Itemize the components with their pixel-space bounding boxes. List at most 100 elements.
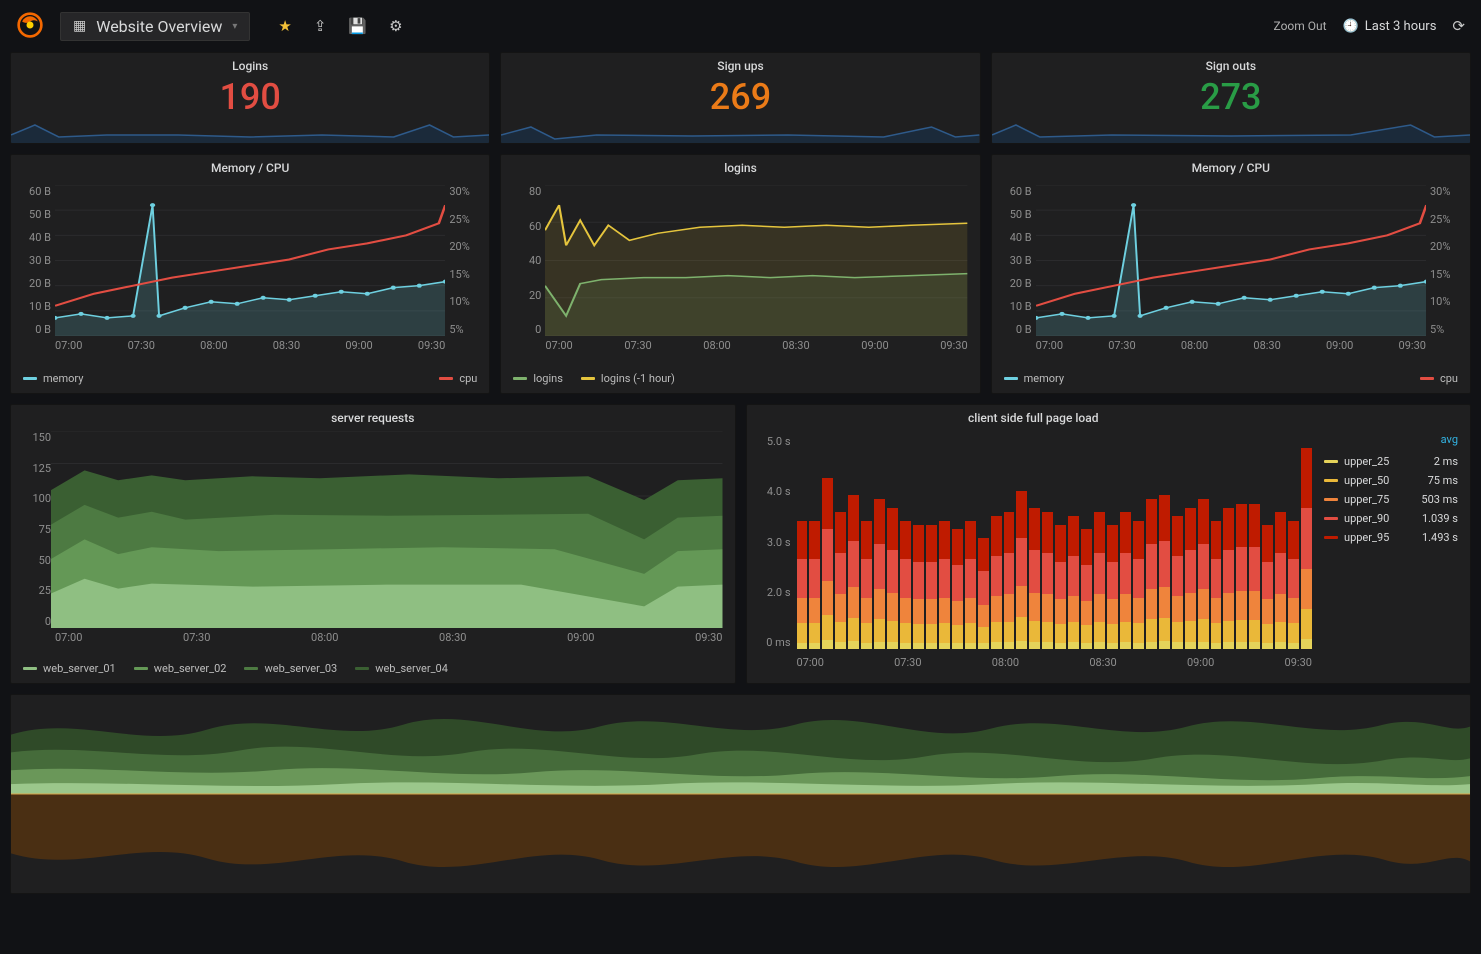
refresh-icon[interactable]: ⟳ [1452,17,1465,35]
star-icon[interactable]: ★ [278,17,291,35]
panel-memory-cpu-right[interactable]: Memory / CPU 60 B50 B40 B30 B20 B10 B0 B… [991,154,1471,394]
legend-row: upper_901.039 s [1324,509,1458,528]
bar [887,508,898,649]
bar [965,521,976,649]
bar [822,478,833,649]
sparkline [11,107,489,143]
bar [1223,508,1234,649]
bar [1081,529,1092,649]
x-axis: 07:0007:3008:0008:3009:0009:30 [55,339,445,352]
panel-title: Logins [11,53,489,75]
bar [861,521,872,649]
clock-icon: 🕘 [1343,19,1359,34]
bar [1133,521,1144,649]
bar [978,538,989,649]
legend-header: avg [1324,433,1458,446]
x-axis: 07:0007:3008:0008:3009:0009:30 [797,656,1313,669]
panel-title: Sign ups [501,53,979,75]
bar [1249,503,1260,649]
save-icon[interactable]: 💾 [348,17,367,35]
panel-title: Memory / CPU [992,155,1470,177]
legend-row: upper_252 ms [1324,452,1458,471]
bar [991,516,1002,649]
bar [1198,499,1209,649]
bar-chart [797,435,1313,649]
dashboard-title: Website Overview [96,17,222,36]
panel-memory-cpu-left[interactable]: Memory / CPU 60 B50 B40 B30 B20 B10 B0 B… [10,154,490,394]
bar [1055,525,1066,649]
bar [1288,521,1299,649]
bar [1172,516,1183,649]
y-axis-left: 806040200 [507,185,541,336]
bar [1068,516,1079,649]
panel-logins-stat[interactable]: Logins 190 [10,52,490,144]
panel-title: logins [501,155,979,177]
panel-page-load[interactable]: client side full page load 5.0 s4.0 s3.0… [746,404,1472,684]
y-axis-left: 5.0 s4.0 s3.0 s2.0 s0 ms [753,435,791,649]
plot-area [1036,185,1426,336]
legend: memory cpu [992,368,1470,393]
panel-logins-ts[interactable]: logins 806040200 07:0007:3008:0008:3009:… [500,154,980,394]
panel-title: Memory / CPU [11,155,489,177]
bar [848,495,859,649]
legend-row: upper_75503 ms [1324,490,1458,509]
bar [1029,508,1040,649]
y-axis-left: 60 B50 B40 B30 B20 B10 B0 B [998,185,1032,336]
panel-server-requests[interactable]: server requests 1501251007550250 07:0007… [10,404,736,684]
bar [1094,512,1105,649]
bar [1236,503,1247,649]
settings-icon[interactable]: ⚙ [389,17,402,35]
streamgraph-svg [11,695,1470,893]
bar [939,521,950,649]
legend: web_server_01 web_server_02 web_server_0… [11,658,735,683]
sparkline [501,107,979,143]
grafana-logo-icon[interactable] [16,11,44,42]
panel-streamgraph[interactable] [10,694,1471,894]
y-axis-left: 1501251007550250 [17,431,51,628]
y-axis-left: 60 B50 B40 B30 B20 B10 B0 B [17,185,51,336]
bar [1159,495,1170,649]
toolbar-icons: ★ ⇪ 💾 ⚙ [278,17,402,35]
bar [952,529,963,649]
bar [900,521,911,649]
plot-area [545,185,967,336]
legend-table: avg upper_252 msupper_5075 msupper_75503… [1320,405,1470,683]
bar [1146,499,1157,649]
bar [1262,525,1273,649]
bar [1301,448,1312,649]
chevron-down-icon: ▾ [232,21,237,32]
bar [913,525,924,649]
topbar: ▦ Website Overview ▾ ★ ⇪ 💾 ⚙ Zoom Out 🕘 … [0,0,1481,52]
bar [1120,512,1131,649]
bar [1107,525,1118,649]
time-range-picker[interactable]: 🕘 Last 3 hours [1343,19,1437,34]
y-axis-right: 30%25%20%15%10%5% [1430,185,1464,336]
bar [1275,512,1286,649]
time-range-label: Last 3 hours [1365,19,1437,34]
bar [1185,508,1196,649]
bar [809,521,820,649]
bar [1211,521,1222,649]
bar [1042,512,1053,649]
panel-signouts-stat[interactable]: Sign outs 273 [991,52,1471,144]
dashboard-picker[interactable]: ▦ Website Overview ▾ [60,12,250,41]
bar [926,525,937,649]
legend-row: upper_5075 ms [1324,471,1458,490]
bar [1004,512,1015,649]
sparkline [992,107,1470,143]
x-axis: 07:0007:3008:0008:3009:0009:30 [55,631,723,644]
dashboard-grid-icon: ▦ [73,18,86,34]
zoom-out-button[interactable]: Zoom Out [1274,19,1327,33]
panel-title: Sign outs [992,53,1470,75]
panel-title: server requests [11,405,735,427]
topbar-right: Zoom Out 🕘 Last 3 hours ⟳ [1274,17,1465,35]
bar [1016,491,1027,649]
bar [874,499,885,649]
y-axis-right: 30%25%20%15%10%5% [449,185,483,336]
legend-row: upper_951.493 s [1324,528,1458,547]
share-icon[interactable]: ⇪ [314,17,327,35]
x-axis: 07:0007:3008:0008:3009:0009:30 [1036,339,1426,352]
bar [835,512,846,649]
panel-signups-stat[interactable]: Sign ups 269 [500,52,980,144]
plot-area [51,431,723,628]
